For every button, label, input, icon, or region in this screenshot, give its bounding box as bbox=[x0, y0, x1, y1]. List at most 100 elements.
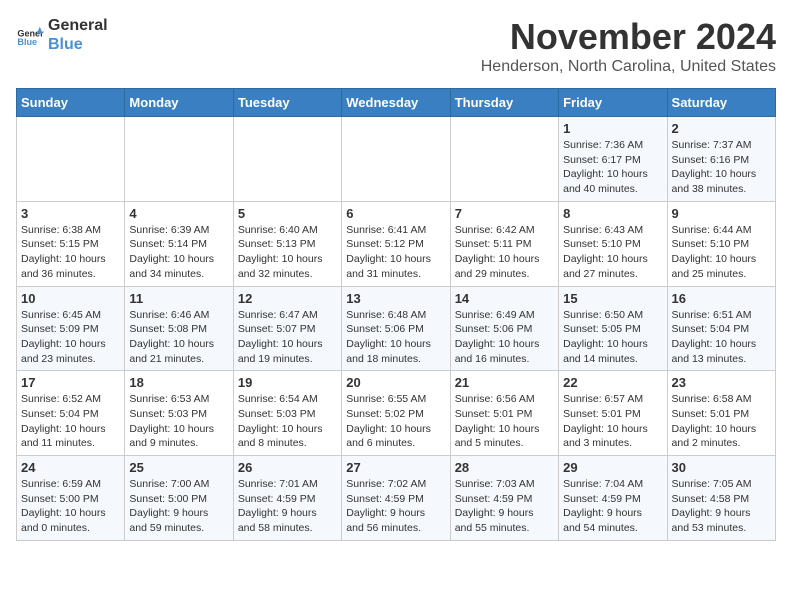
day-number: 9 bbox=[672, 206, 771, 221]
calendar-body: 1Sunrise: 7:36 AM Sunset: 6:17 PM Daylig… bbox=[17, 117, 776, 541]
calendar-cell: 22 Sunrise: 6:57 AM Sunset: 5:01 PM Dayli… bbox=[559, 371, 667, 456]
day-number: 15 bbox=[563, 291, 662, 306]
day-detail: Sunrise: 6:46 AM Sunset: 5:08 PM Dayligh… bbox=[129, 308, 228, 367]
day-number: 24 bbox=[21, 460, 120, 475]
weekday-header: Tuesday bbox=[233, 89, 341, 117]
logo-line1: General bbox=[48, 16, 108, 35]
calendar-cell: 8 Sunrise: 6:43 AM Sunset: 5:10 PM Daylig… bbox=[559, 201, 667, 286]
calendar-cell bbox=[342, 117, 450, 202]
calendar-table: SundayMondayTuesdayWednesdayThursdayFrid… bbox=[16, 88, 776, 541]
day-detail: Sunrise: 6:48 AM Sunset: 5:06 PM Dayligh… bbox=[346, 308, 445, 367]
day-detail: Sunrise: 7:37 AM Sunset: 6:16 PM Dayligh… bbox=[672, 138, 771, 197]
day-number: 30 bbox=[672, 460, 771, 475]
calendar-cell: 15 Sunrise: 6:50 AM Sunset: 5:05 PM Dayli… bbox=[559, 286, 667, 371]
calendar-cell: 18 Sunrise: 6:53 AM Sunset: 5:03 PM Dayli… bbox=[125, 371, 233, 456]
day-number: 10 bbox=[21, 291, 120, 306]
calendar-cell: 11 Sunrise: 6:46 AM Sunset: 5:08 PM Dayli… bbox=[125, 286, 233, 371]
weekday-header: Saturday bbox=[667, 89, 775, 117]
day-number: 25 bbox=[129, 460, 228, 475]
weekday-header: Wednesday bbox=[342, 89, 450, 117]
day-number: 8 bbox=[563, 206, 662, 221]
day-detail: Sunrise: 6:54 AM Sunset: 5:03 PM Dayligh… bbox=[238, 392, 337, 451]
day-number: 17 bbox=[21, 375, 120, 390]
day-number: 29 bbox=[563, 460, 662, 475]
calendar-cell: 4 Sunrise: 6:39 AM Sunset: 5:14 PM Daylig… bbox=[125, 201, 233, 286]
day-detail: Sunrise: 6:58 AM Sunset: 5:01 PM Dayligh… bbox=[672, 392, 771, 451]
calendar-week-row: 24 Sunrise: 6:59 AM Sunset: 5:00 PM Dayli… bbox=[17, 456, 776, 541]
month-title: November 2024 bbox=[481, 16, 776, 58]
weekday-header: Sunday bbox=[17, 89, 125, 117]
day-detail: Sunrise: 6:44 AM Sunset: 5:10 PM Dayligh… bbox=[672, 223, 771, 282]
calendar-cell: 29 Sunrise: 7:04 AM Sunset: 4:59 PM Dayli… bbox=[559, 456, 667, 541]
calendar-header-row: SundayMondayTuesdayWednesdayThursdayFrid… bbox=[17, 89, 776, 117]
weekday-header: Monday bbox=[125, 89, 233, 117]
day-number: 21 bbox=[455, 375, 554, 390]
day-number: 27 bbox=[346, 460, 445, 475]
calendar-cell: 30Sunrise: 7:05 AM Sunset: 4:58 PM Dayli… bbox=[667, 456, 775, 541]
day-number: 16 bbox=[672, 291, 771, 306]
day-number: 28 bbox=[455, 460, 554, 475]
calendar-cell: 13Sunrise: 6:48 AM Sunset: 5:06 PM Dayli… bbox=[342, 286, 450, 371]
day-detail: Sunrise: 6:51 AM Sunset: 5:04 PM Dayligh… bbox=[672, 308, 771, 367]
calendar-cell: 27 Sunrise: 7:02 AM Sunset: 4:59 PM Dayli… bbox=[342, 456, 450, 541]
day-detail: Sunrise: 6:40 AM Sunset: 5:13 PM Dayligh… bbox=[238, 223, 337, 282]
calendar-week-row: 1Sunrise: 7:36 AM Sunset: 6:17 PM Daylig… bbox=[17, 117, 776, 202]
day-detail: Sunrise: 6:42 AM Sunset: 5:11 PM Dayligh… bbox=[455, 223, 554, 282]
calendar-cell: 3 Sunrise: 6:38 AM Sunset: 5:15 PM Daylig… bbox=[17, 201, 125, 286]
day-number: 11 bbox=[129, 291, 228, 306]
day-detail: Sunrise: 6:39 AM Sunset: 5:14 PM Dayligh… bbox=[129, 223, 228, 282]
calendar-cell: 10 Sunrise: 6:45 AM Sunset: 5:09 PM Dayli… bbox=[17, 286, 125, 371]
calendar-cell: 9 Sunrise: 6:44 AM Sunset: 5:10 PM Daylig… bbox=[667, 201, 775, 286]
day-detail: Sunrise: 7:03 AM Sunset: 4:59 PM Dayligh… bbox=[455, 477, 554, 536]
logo: General Blue General Blue bbox=[16, 16, 108, 54]
day-detail: Sunrise: 6:41 AM Sunset: 5:12 PM Dayligh… bbox=[346, 223, 445, 282]
location-title: Henderson, North Carolina, United States bbox=[481, 58, 776, 76]
calendar-cell: 5Sunrise: 6:40 AM Sunset: 5:13 PM Daylig… bbox=[233, 201, 341, 286]
day-detail: Sunrise: 7:36 AM Sunset: 6:17 PM Dayligh… bbox=[563, 138, 662, 197]
day-detail: Sunrise: 6:43 AM Sunset: 5:10 PM Dayligh… bbox=[563, 223, 662, 282]
day-detail: Sunrise: 7:00 AM Sunset: 5:00 PM Dayligh… bbox=[129, 477, 228, 536]
day-number: 22 bbox=[563, 375, 662, 390]
calendar-cell bbox=[17, 117, 125, 202]
svg-text:Blue: Blue bbox=[17, 37, 37, 47]
calendar-cell: 26Sunrise: 7:01 AM Sunset: 4:59 PM Dayli… bbox=[233, 456, 341, 541]
day-number: 4 bbox=[129, 206, 228, 221]
day-detail: Sunrise: 6:45 AM Sunset: 5:09 PM Dayligh… bbox=[21, 308, 120, 367]
calendar-cell: 1Sunrise: 7:36 AM Sunset: 6:17 PM Daylig… bbox=[559, 117, 667, 202]
calendar-cell bbox=[233, 117, 341, 202]
day-detail: Sunrise: 7:04 AM Sunset: 4:59 PM Dayligh… bbox=[563, 477, 662, 536]
weekday-header: Friday bbox=[559, 89, 667, 117]
day-number: 20 bbox=[346, 375, 445, 390]
logo-icon: General Blue bbox=[16, 21, 44, 49]
calendar-cell: 16 Sunrise: 6:51 AM Sunset: 5:04 PM Dayli… bbox=[667, 286, 775, 371]
day-detail: Sunrise: 7:02 AM Sunset: 4:59 PM Dayligh… bbox=[346, 477, 445, 536]
day-detail: Sunrise: 6:38 AM Sunset: 5:15 PM Dayligh… bbox=[21, 223, 120, 282]
day-number: 6 bbox=[346, 206, 445, 221]
title-block: November 2024 Henderson, North Carolina,… bbox=[481, 16, 776, 76]
day-number: 3 bbox=[21, 206, 120, 221]
calendar-cell: 17 Sunrise: 6:52 AM Sunset: 5:04 PM Dayli… bbox=[17, 371, 125, 456]
calendar-cell: 28 Sunrise: 7:03 AM Sunset: 4:59 PM Dayli… bbox=[450, 456, 558, 541]
day-detail: Sunrise: 6:59 AM Sunset: 5:00 PM Dayligh… bbox=[21, 477, 120, 536]
calendar-cell: 23Sunrise: 6:58 AM Sunset: 5:01 PM Dayli… bbox=[667, 371, 775, 456]
calendar-week-row: 10 Sunrise: 6:45 AM Sunset: 5:09 PM Dayli… bbox=[17, 286, 776, 371]
day-detail: Sunrise: 6:57 AM Sunset: 5:01 PM Dayligh… bbox=[563, 392, 662, 451]
calendar-week-row: 3 Sunrise: 6:38 AM Sunset: 5:15 PM Daylig… bbox=[17, 201, 776, 286]
day-detail: Sunrise: 6:50 AM Sunset: 5:05 PM Dayligh… bbox=[563, 308, 662, 367]
calendar-cell: 24 Sunrise: 6:59 AM Sunset: 5:00 PM Dayli… bbox=[17, 456, 125, 541]
day-detail: Sunrise: 6:56 AM Sunset: 5:01 PM Dayligh… bbox=[455, 392, 554, 451]
calendar-cell bbox=[125, 117, 233, 202]
calendar-week-row: 17 Sunrise: 6:52 AM Sunset: 5:04 PM Dayli… bbox=[17, 371, 776, 456]
day-number: 18 bbox=[129, 375, 228, 390]
day-detail: Sunrise: 7:01 AM Sunset: 4:59 PM Dayligh… bbox=[238, 477, 337, 536]
weekday-header: Thursday bbox=[450, 89, 558, 117]
day-number: 19 bbox=[238, 375, 337, 390]
calendar-cell: 2Sunrise: 7:37 AM Sunset: 6:16 PM Daylig… bbox=[667, 117, 775, 202]
day-detail: Sunrise: 6:53 AM Sunset: 5:03 PM Dayligh… bbox=[129, 392, 228, 451]
calendar-cell: 19 Sunrise: 6:54 AM Sunset: 5:03 PM Dayli… bbox=[233, 371, 341, 456]
day-detail: Sunrise: 6:52 AM Sunset: 5:04 PM Dayligh… bbox=[21, 392, 120, 451]
day-detail: Sunrise: 6:47 AM Sunset: 5:07 PM Dayligh… bbox=[238, 308, 337, 367]
day-detail: Sunrise: 6:55 AM Sunset: 5:02 PM Dayligh… bbox=[346, 392, 445, 451]
day-detail: Sunrise: 6:49 AM Sunset: 5:06 PM Dayligh… bbox=[455, 308, 554, 367]
logo-line2: Blue bbox=[48, 35, 108, 54]
